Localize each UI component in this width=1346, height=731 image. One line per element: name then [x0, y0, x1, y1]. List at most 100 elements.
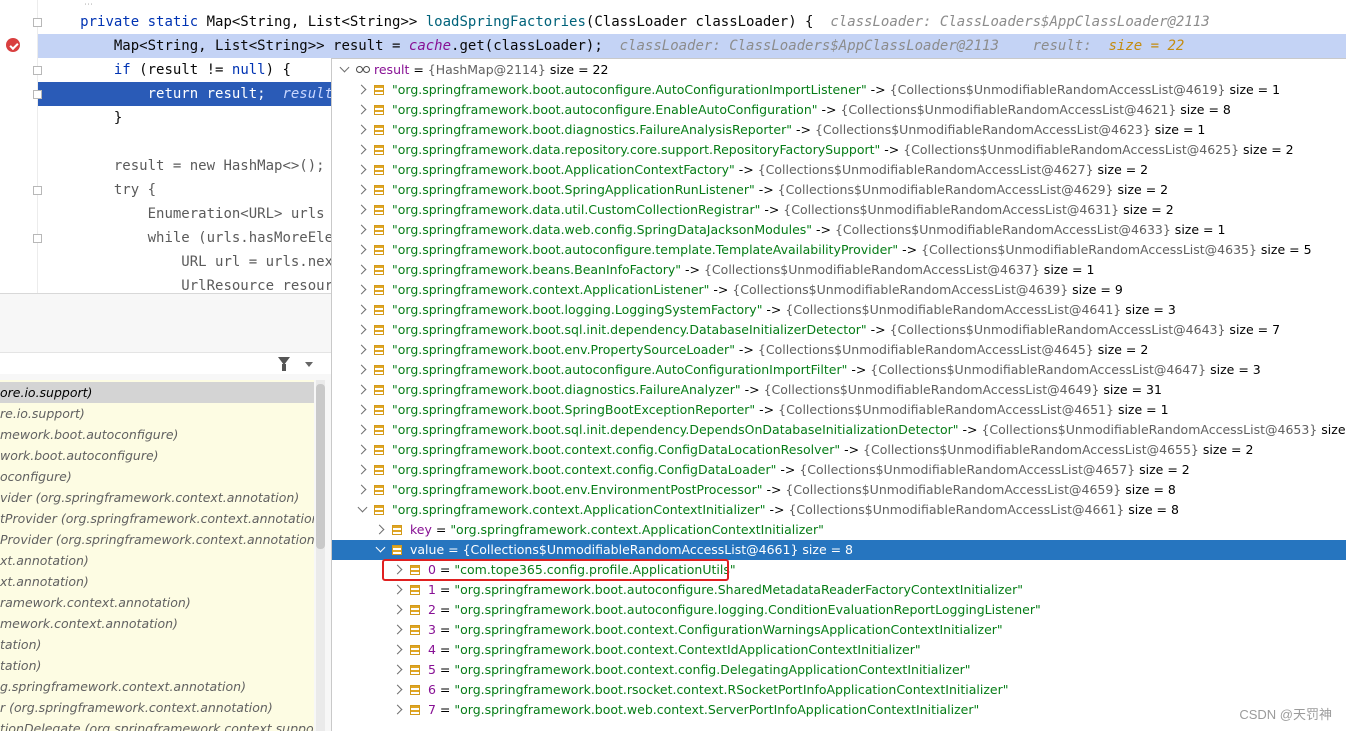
collapse-arrow-icon[interactable] — [356, 404, 367, 415]
code-line[interactable]: private static Map<String, List<String>>… — [38, 10, 1346, 34]
collapse-arrow-icon[interactable] — [356, 264, 367, 275]
collapse-arrow-icon[interactable] — [392, 644, 403, 655]
collapse-arrow-icon[interactable] — [392, 684, 403, 695]
collapse-arrow-icon[interactable] — [392, 624, 403, 635]
variable-row[interactable]: "org.springframework.boot.SpringBootExce… — [332, 400, 1346, 420]
collapse-arrow-icon[interactable] — [356, 484, 367, 495]
frame-item[interactable]: re.io.support) — [0, 403, 314, 424]
frame-item[interactable]: tation) — [0, 655, 314, 676]
collapse-arrow-icon[interactable] — [356, 84, 367, 95]
frame-list[interactable]: ore.io.support) re.io.support) mework.boot… — [0, 380, 314, 731]
frame-item[interactable]: vider (org.springframework.context.annot… — [0, 487, 314, 508]
collapse-arrow-icon[interactable] — [356, 144, 367, 155]
variable-row[interactable]: "org.springframework.boot.autoconfigure.… — [332, 360, 1346, 380]
variable-row[interactable]: "org.springframework.boot.context.config… — [332, 440, 1346, 460]
variable-part: = — [435, 702, 455, 717]
fold-marker-icon[interactable] — [33, 234, 42, 243]
collapse-arrow-icon[interactable] — [356, 224, 367, 235]
variable-row[interactable]: 6 = "org.springframework.boot.rsocket.co… — [332, 680, 1346, 700]
frame-item[interactable]: r (org.springframework.context.annotatio… — [0, 697, 314, 718]
variable-row[interactable]: "org.springframework.boot.autoconfigure.… — [332, 80, 1346, 100]
collapse-arrow-icon[interactable] — [392, 704, 403, 715]
collapse-arrow-icon[interactable] — [356, 424, 367, 435]
variable-row[interactable]: 1 = "org.springframework.boot.autoconfig… — [332, 580, 1346, 600]
field-icon — [410, 685, 420, 695]
fold-marker-icon[interactable] — [33, 66, 42, 75]
collapse-arrow-icon[interactable] — [356, 284, 367, 295]
collapse-arrow-icon[interactable] — [356, 344, 367, 355]
code-line[interactable]: Map<String, List<String>> result = cache… — [38, 34, 1346, 58]
collapse-arrow-icon[interactable] — [356, 324, 367, 335]
collapse-arrow-icon[interactable] — [374, 524, 385, 535]
collapse-arrow-icon[interactable] — [356, 364, 367, 375]
collapse-arrow-icon[interactable] — [392, 584, 403, 595]
frames-scrollbar-thumb[interactable] — [316, 384, 325, 549]
frame-item[interactable]: tionDelegate (org.springframework.contex… — [0, 718, 314, 731]
variable-row[interactable]: "org.springframework.boot.ApplicationCon… — [332, 160, 1346, 180]
frame-item[interactable]: mework.context.annotation) — [0, 613, 314, 634]
collapse-arrow-icon[interactable] — [356, 244, 367, 255]
collapse-arrow-icon[interactable] — [392, 664, 403, 675]
frame-item[interactable]: xt.annotation) — [0, 550, 314, 571]
expand-arrow-icon[interactable] — [375, 542, 386, 553]
collapse-arrow-icon[interactable] — [356, 384, 367, 395]
variable-row[interactable]: "org.springframework.boot.env.Environmen… — [332, 480, 1346, 500]
variable-row[interactable]: "org.springframework.data.repository.cor… — [332, 140, 1346, 160]
fold-marker-icon[interactable] — [33, 18, 42, 27]
frame-item[interactable]: tProvider (org.springframework.context.a… — [0, 508, 314, 529]
variable-row[interactable]: "org.springframework.boot.logging.Loggin… — [332, 300, 1346, 320]
variable-row[interactable]: "org.springframework.boot.context.config… — [332, 460, 1346, 480]
variable-row[interactable]: "org.springframework.boot.SpringApplicat… — [332, 180, 1346, 200]
frame-item[interactable]: mework.boot.autoconfigure) — [0, 424, 314, 445]
fold-marker-icon[interactable] — [33, 186, 42, 195]
variable-row[interactable]: "org.springframework.beans.BeanInfoFacto… — [332, 260, 1346, 280]
variable-row[interactable]: 3 = "org.springframework.boot.context.Co… — [332, 620, 1346, 640]
variable-text: "org.springframework.boot.logging.Loggin… — [392, 300, 1176, 320]
breakpoint-icon[interactable] — [6, 38, 20, 52]
variable-row[interactable]: "org.springframework.data.util.CustomCol… — [332, 200, 1346, 220]
chevron-down-icon[interactable] — [305, 362, 313, 367]
frame-item[interactable]: ore.io.support) — [0, 382, 314, 403]
variables-tree-popup[interactable]: result = {HashMap@2114} size = 22 "org.sp… — [331, 58, 1346, 731]
variable-row[interactable]: "org.springframework.boot.sql.init.depen… — [332, 320, 1346, 340]
collapse-arrow-icon[interactable] — [356, 164, 367, 175]
variable-row[interactable]: 4 = "org.springframework.boot.context.Co… — [332, 640, 1346, 660]
variable-row[interactable]: "org.springframework.boot.autoconfigure.… — [332, 100, 1346, 120]
collapse-arrow-icon[interactable] — [356, 104, 367, 115]
variable-row[interactable]: "org.springframework.context.Application… — [332, 500, 1346, 520]
collapse-arrow-icon[interactable] — [356, 204, 367, 215]
frame-item[interactable]: ramework.context.annotation) — [0, 592, 314, 613]
frame-item[interactable]: xt.annotation) — [0, 571, 314, 592]
variable-row[interactable]: "org.springframework.boot.diagnostics.Fa… — [332, 120, 1346, 140]
frame-item[interactable]: g.springframework.context.annotation) — [0, 676, 314, 697]
collapse-arrow-icon[interactable] — [356, 464, 367, 475]
collapse-arrow-icon[interactable] — [356, 124, 367, 135]
frame-item[interactable]: oconfigure) — [0, 466, 314, 487]
collapse-arrow-icon[interactable] — [392, 604, 403, 615]
variable-row[interactable]: "org.springframework.boot.env.PropertySo… — [332, 340, 1346, 360]
collapse-arrow-icon[interactable] — [356, 304, 367, 315]
frame-item[interactable]: Provider (org.springframework.context.an… — [0, 529, 314, 550]
frame-item[interactable]: work.boot.autoconfigure) — [0, 445, 314, 466]
expand-arrow-icon[interactable] — [339, 62, 350, 73]
variable-row[interactable]: "org.springframework.context.Application… — [332, 280, 1346, 300]
code-token: Map<String, List<String>> result = — [80, 38, 409, 54]
variable-part: = — [435, 582, 455, 597]
variable-row[interactable]: "org.springframework.boot.autoconfigure.… — [332, 240, 1346, 260]
variable-row[interactable]: "org.springframework.boot.sql.init.depen… — [332, 420, 1346, 440]
field-icon — [392, 525, 402, 535]
variable-row[interactable]: key = "org.springframework.context.Appli… — [332, 520, 1346, 540]
variable-row[interactable]: 7 = "org.springframework.boot.web.contex… — [332, 700, 1346, 720]
variable-row[interactable]: "org.springframework.boot.diagnostics.Fa… — [332, 380, 1346, 400]
variable-row[interactable]: value = {Collections$UnmodifiableRandomA… — [332, 540, 1346, 560]
variable-row[interactable]: result = {HashMap@2114} size = 22 — [332, 60, 1346, 80]
frame-item[interactable]: tation) — [0, 634, 314, 655]
expand-arrow-icon[interactable] — [357, 502, 368, 513]
collapse-arrow-icon[interactable] — [356, 444, 367, 455]
variable-row[interactable]: "org.springframework.data.web.config.Spr… — [332, 220, 1346, 240]
fold-marker-icon[interactable] — [33, 90, 42, 99]
filter-icon[interactable] — [278, 357, 290, 371]
variable-row[interactable]: 2 = "org.springframework.boot.autoconfig… — [332, 600, 1346, 620]
variable-row[interactable]: 5 = "org.springframework.boot.context.co… — [332, 660, 1346, 680]
collapse-arrow-icon[interactable] — [356, 184, 367, 195]
